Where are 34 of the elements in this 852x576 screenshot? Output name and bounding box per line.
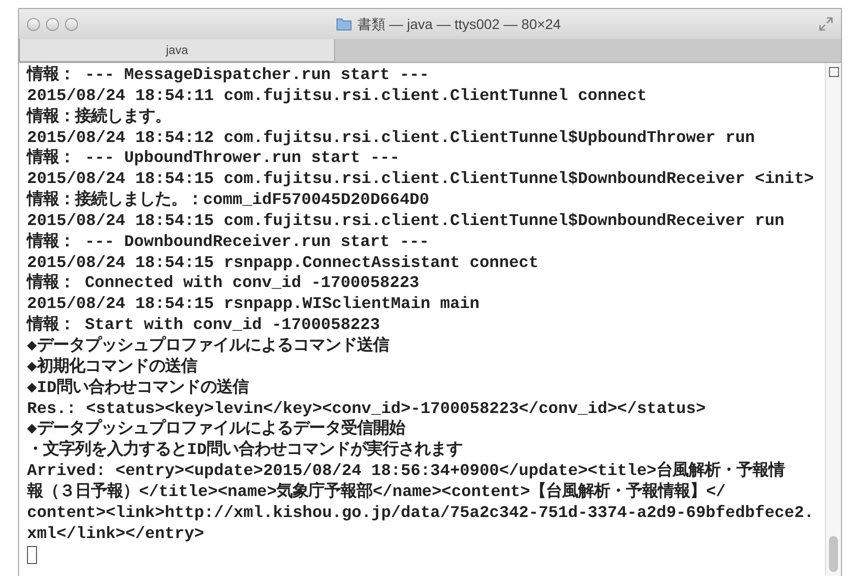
terminal-line: 2015/08/24 18:54:15 com.fujitsu.rsi.client.ClientTunnel$DownboundReceiver <init> [27, 169, 814, 190]
terminal-line: 情報： Start with conv_id -1700058223 [27, 315, 380, 336]
terminal-line: 情報：接続します。 [27, 106, 171, 128]
terminal-line: 2015/08/24 18:54:12 com.fujitsu.rsi.client.ClientTunnel$UpboundThrower run [27, 128, 755, 148]
terminal-line: 報（３日予報）</title><name>気象庁予報部</name><content>【台風解析・予報情報】</ [27, 482, 726, 503]
terminal-line: Arrived: <entry><update>2015/08/24 18:56:34+0900</update><title>台風解析・予報情 [27, 461, 785, 482]
terminal-line: ◆ID問い合わせコマンドの送信 [27, 378, 249, 398]
scroll-marker-icon [828, 67, 838, 77]
terminal-line: 2015/08/24 18:54:11 com.fujitsu.rsi.client.ClientTunnel connect [27, 86, 647, 106]
terminal-line: xml</link></entry> [27, 524, 204, 544]
terminal-line: 情報： --- MessageDispatcher.run start --- [27, 65, 430, 86]
minimize-button[interactable] [46, 18, 59, 30]
terminal-line: ◆データプッシュプロファイルによるコマンド送信 [27, 336, 389, 356]
close-button[interactable] [27, 18, 40, 30]
terminal-line: ・文字列を入力するとID問い合わせコマンドが実行されます [27, 440, 463, 462]
scrollbar-thumb[interactable] [829, 536, 838, 572]
terminal-line: 情報： --- UpboundThrower.run start --- [27, 148, 400, 170]
terminal-line: 情報： --- DownboundReceiver.run start --- [27, 232, 430, 253]
window-title: 書類 — java — ttys002 — 80×24 [357, 14, 561, 34]
terminal-line: 情報：接続しました。：comm_idF570045D20D664D0 [27, 190, 430, 211]
terminal-line: ◆初期化コマンドの送信 [27, 356, 197, 378]
terminal-line: content><link>http://xml.kishou.go.jp/data/75a2c342-751d-3374-a2d9-69bfedbfece2. [27, 502, 814, 524]
zoom-button[interactable] [65, 18, 78, 30]
terminal-line: 情報： Connected with conv_id -1700058223 [27, 273, 420, 294]
tab[interactable]: java [19, 39, 335, 62]
terminal-line: 2015/08/24 18:54:15 com.fujitsu.rsi.client.ClientTunnel$DownboundReceiver run [27, 210, 784, 232]
fullscreen-icon[interactable] [819, 17, 833, 31]
folder-icon [336, 17, 352, 31]
terminal-line: 2015/08/24 18:54:15 rsnpapp.ConnectAssistant connect [27, 252, 538, 273]
terminal-line: ◆データプッシュプロファイルによるデータ受信開始 [27, 419, 405, 440]
scrollbar[interactable] [825, 63, 841, 576]
terminal-line: 2015/08/24 18:54:15 rsnpapp.WISclientMain main [27, 294, 480, 315]
cursor [27, 546, 37, 564]
terminal-line: Res.: <status><key>levin</key><conv_id>-1700058223</conv_id></status> [27, 398, 706, 418]
